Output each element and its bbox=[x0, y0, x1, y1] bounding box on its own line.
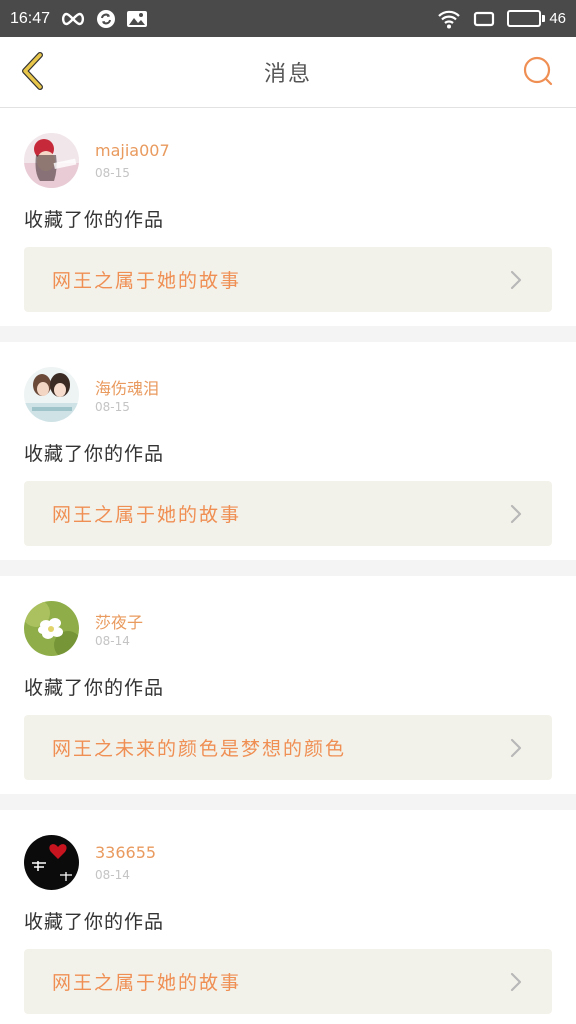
message-date: 08-15 bbox=[95, 400, 130, 414]
work-title: 网王之未来的颜色是梦想的颜色 bbox=[52, 738, 347, 760]
page-title: 消息 bbox=[263, 62, 312, 87]
message-date: 08-14 bbox=[95, 868, 130, 882]
search-icon bbox=[521, 54, 555, 92]
battery-icon: 46 bbox=[507, 10, 566, 27]
username[interactable]: majia007 bbox=[95, 141, 170, 160]
avatar[interactable] bbox=[24, 367, 79, 422]
work-link[interactable]: 网王之属于她的故事 bbox=[24, 247, 552, 312]
action-text: 收藏了你的作品 bbox=[24, 911, 165, 933]
sync-icon bbox=[96, 9, 116, 29]
work-title: 网王之属于她的故事 bbox=[52, 504, 242, 526]
status-time: 16:47 bbox=[10, 9, 51, 27]
work-title: 网王之属于她的故事 bbox=[52, 972, 242, 994]
chevron-right-icon bbox=[508, 738, 524, 758]
chevron-left-icon bbox=[18, 51, 46, 95]
wifi-icon bbox=[437, 9, 461, 29]
infinity-icon bbox=[60, 12, 86, 26]
username[interactable]: 海伤魂泪 bbox=[95, 375, 159, 399]
message-card: majia007 08-15 收藏了你的作品 网王之属于她的故事 bbox=[0, 108, 576, 326]
work-link[interactable]: 网王之未来的颜色是梦想的颜色 bbox=[24, 715, 552, 780]
message-date: 08-15 bbox=[95, 166, 130, 180]
back-button[interactable] bbox=[12, 51, 52, 95]
status-bar: 16:47 46 bbox=[0, 0, 576, 37]
nav-bar: 消息 bbox=[0, 37, 576, 108]
chevron-right-icon bbox=[508, 972, 524, 992]
avatar[interactable] bbox=[24, 835, 79, 890]
battery-percent: 46 bbox=[549, 10, 566, 27]
action-text: 收藏了你的作品 bbox=[24, 677, 165, 699]
work-title: 网王之属于她的故事 bbox=[52, 270, 242, 292]
chevron-right-icon bbox=[508, 504, 524, 524]
message-card: 336655 08-14 收藏了你的作品 网王之属于她的故事 bbox=[0, 810, 576, 1024]
image-notification-icon bbox=[126, 10, 148, 28]
username[interactable]: 336655 bbox=[95, 843, 156, 862]
screen-rotation-icon bbox=[473, 10, 495, 28]
status-left: 16:47 bbox=[10, 9, 148, 29]
chevron-right-icon bbox=[508, 270, 524, 290]
message-card: 莎夜子 08-14 收藏了你的作品 网王之未来的颜色是梦想的颜色 bbox=[0, 576, 576, 794]
action-text: 收藏了你的作品 bbox=[24, 443, 165, 465]
work-link[interactable]: 网王之属于她的故事 bbox=[24, 949, 552, 1014]
work-link[interactable]: 网王之属于她的故事 bbox=[24, 481, 552, 546]
status-right: 46 bbox=[437, 9, 566, 29]
search-button[interactable] bbox=[520, 55, 556, 91]
avatar[interactable] bbox=[24, 601, 79, 656]
message-card: 海伤魂泪 08-15 收藏了你的作品 网王之属于她的故事 bbox=[0, 342, 576, 560]
avatar[interactable] bbox=[24, 133, 79, 188]
action-text: 收藏了你的作品 bbox=[24, 209, 165, 231]
message-date: 08-14 bbox=[95, 634, 130, 648]
username[interactable]: 莎夜子 bbox=[95, 609, 143, 633]
